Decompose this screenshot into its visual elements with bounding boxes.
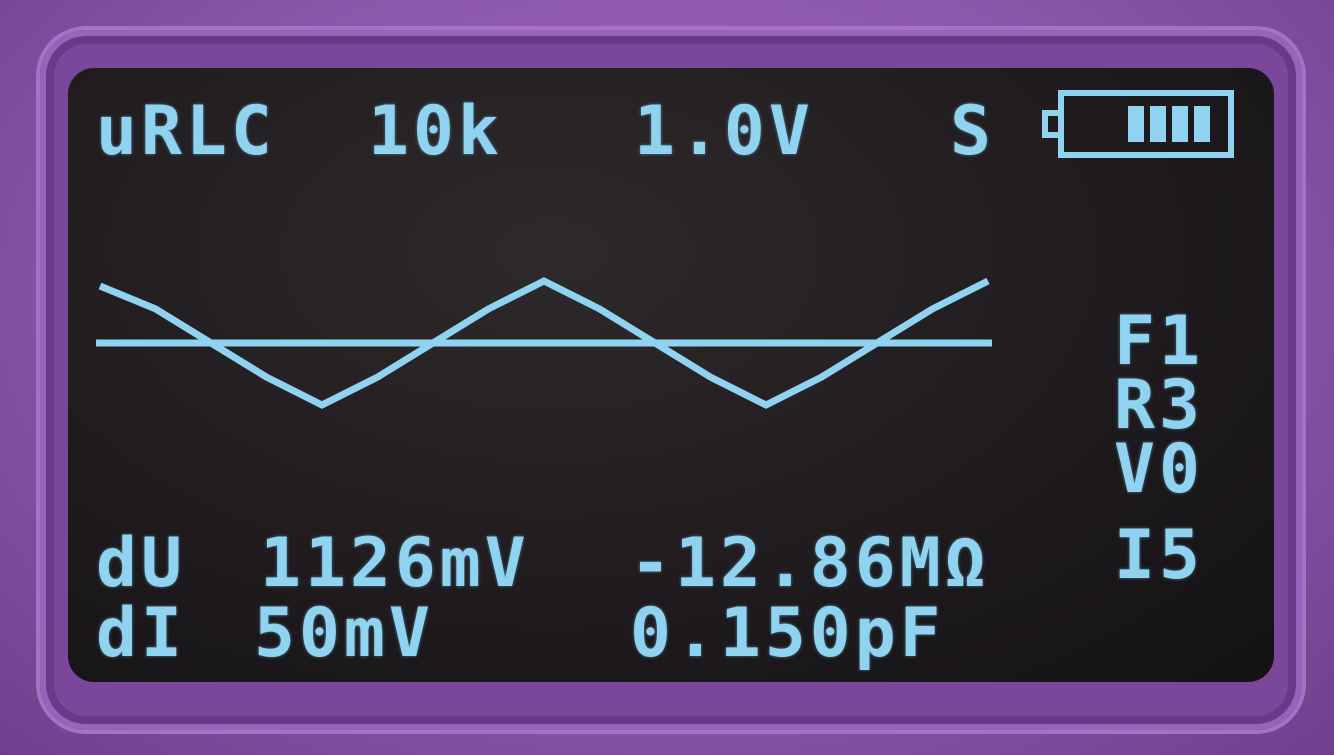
side-label-f: F1 bbox=[1114, 302, 1204, 381]
resistance-value: -12.86MΩ bbox=[630, 524, 990, 603]
side-label-v: V0 bbox=[1114, 430, 1204, 509]
di-value: 50mV bbox=[254, 594, 434, 673]
side-label-i: I5 bbox=[1114, 516, 1204, 595]
lcd-screen: uRLC 10k 1.0V S F1 R3 V0 I5 dU 1126mV -1… bbox=[68, 68, 1274, 682]
du-value: 1126mV bbox=[260, 524, 530, 603]
capacitance-value: 0.150pF bbox=[630, 594, 945, 673]
di-label: dI bbox=[96, 594, 186, 673]
side-label-r: R3 bbox=[1114, 366, 1204, 445]
device-case: uRLC 10k 1.0V S F1 R3 V0 I5 dU 1126mV -1… bbox=[0, 0, 1334, 755]
du-label: dU bbox=[96, 524, 186, 603]
